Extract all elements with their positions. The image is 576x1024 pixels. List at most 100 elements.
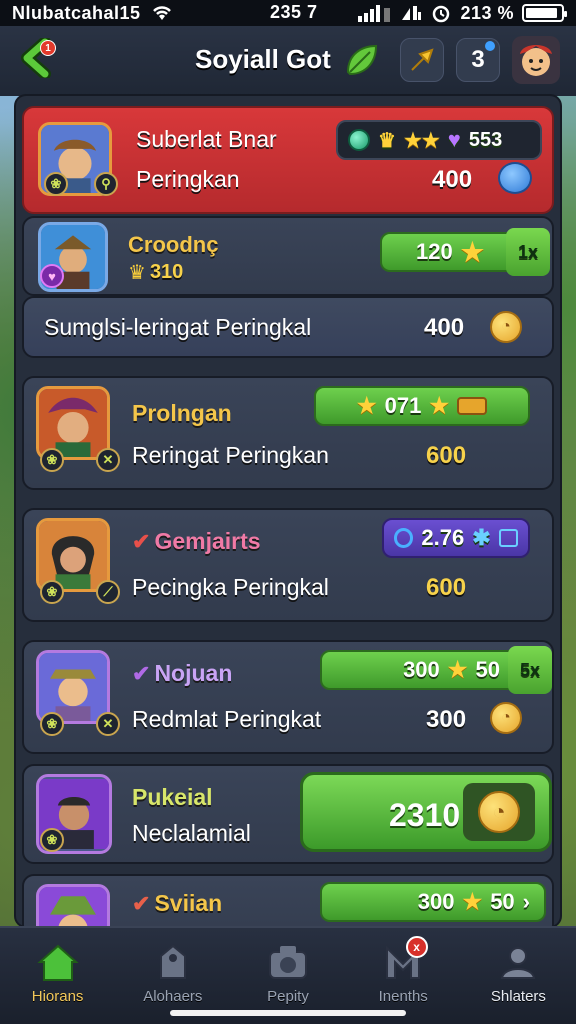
level-count: 3 xyxy=(471,46,485,73)
nav-label: Pepity xyxy=(267,988,309,1005)
player-points-value: 310 xyxy=(149,261,184,283)
signal-strength-icon xyxy=(358,5,391,22)
heart-badge-icon: ♥ xyxy=(40,264,64,288)
leaf-badge-icon: ❀ xyxy=(44,172,68,196)
nav-shelters[interactable]: Shlaters xyxy=(461,928,576,1024)
leaf-badge-icon: ❀ xyxy=(40,828,64,852)
app-header: 1 Soyiall Got 3 xyxy=(0,26,576,96)
player-name: Suberlat Bnar xyxy=(136,126,277,152)
nav-home[interactable]: Hiorans xyxy=(0,928,115,1024)
coin-icon: ◔ xyxy=(490,311,522,343)
reward-pill[interactable]: ★ 071 ★ xyxy=(314,386,530,426)
notification-badge: x xyxy=(405,936,428,958)
player-score: 600 xyxy=(426,574,467,601)
star-icon: ★ xyxy=(429,393,450,418)
alarm-icon xyxy=(433,5,450,23)
status-bar: Nlubatcahal15 235 7 213 % xyxy=(0,0,576,26)
check-icon: ✔ xyxy=(132,890,151,916)
leaderboard-row-6[interactable]: ❀ ✕ ✔ Nojuan Redmlat Peringkat 300 ★ 50 … xyxy=(22,640,554,754)
cellular-icon xyxy=(402,6,422,20)
leaderboard-row-5[interactable]: ❀ ⟋ ✔ Gemjairts Pecingka Peringkal 2.76 … xyxy=(22,508,554,622)
boost-button[interactable] xyxy=(400,38,444,82)
orb-icon xyxy=(394,528,414,548)
coin-stack-icon xyxy=(498,162,532,194)
star-icon: ★ xyxy=(447,657,468,682)
check-icon: ✔ xyxy=(132,660,151,686)
arrows-icon xyxy=(411,48,434,71)
nav-label: Hiorans xyxy=(31,988,84,1005)
tools-badge-icon: ✕ xyxy=(96,712,120,736)
reward-value: 300 xyxy=(417,889,455,914)
claim-button[interactable]: 2310 ◔ xyxy=(300,772,552,852)
page-title: Soyiall Got xyxy=(195,44,331,74)
leaderboard-panel: ❀ ⚲ Suberlat Bnar Peringkan ♛ ★★ ♥ 553 4… xyxy=(16,96,560,926)
reward-value: 2.76 xyxy=(421,525,465,550)
player-name: Pukeial xyxy=(132,784,213,810)
player-score: 400 xyxy=(424,314,465,341)
home-indicator[interactable] xyxy=(170,1010,406,1016)
leaderboard-row-8[interactable]: ✔ Sviian 300 ★ 50 › xyxy=(22,874,554,926)
coin-box: ◔ xyxy=(463,783,535,841)
star-icon: ★ xyxy=(462,889,483,914)
wand-badge-icon: ⟋ xyxy=(96,580,120,604)
crown-icon: ♛ xyxy=(128,262,146,284)
reward-pill[interactable]: 120 ★ 1x xyxy=(380,228,550,276)
search-badge-icon: ⚲ xyxy=(94,172,118,196)
coin-icon: ◔ xyxy=(478,791,520,833)
cross-badge-icon: ✕ xyxy=(96,448,120,472)
star-icon: ★★ xyxy=(403,129,440,152)
player-score: 600 xyxy=(426,442,467,469)
player-name: Sviian xyxy=(154,890,223,916)
leaderboard-row-1[interactable]: ❀ ⚲ Suberlat Bnar Peringkan ♛ ★★ ♥ 553 4… xyxy=(22,106,554,214)
wifi-icon xyxy=(152,6,171,20)
leaderboard-row-2[interactable]: ♥ Croodnç ♛ 310 120 ★ 1x xyxy=(22,216,554,296)
player-score: 400 xyxy=(432,166,473,193)
reward-pill[interactable]: 2.76 ✱ xyxy=(382,518,530,558)
multiplier-tab[interactable]: 1x xyxy=(506,228,550,276)
nav-label: Shlaters xyxy=(490,988,546,1005)
battery-icon xyxy=(522,4,567,22)
player-rank-label: Neclalamial xyxy=(132,820,251,846)
leaf-icon xyxy=(346,44,378,76)
carrier-label: Nlubatcahal15 xyxy=(12,2,141,23)
player-rank-label: Peringkan xyxy=(136,166,240,192)
player-name: Prolngan xyxy=(132,400,232,426)
leaf-badge-icon: ❀ xyxy=(40,712,64,736)
player-name: Gemjairts xyxy=(154,528,261,554)
level-badge[interactable]: 3 xyxy=(456,38,500,82)
player-name-wrap: ✔ Nojuan xyxy=(132,660,232,687)
player-score: 300 xyxy=(426,706,467,733)
chevron-right-icon: › xyxy=(522,889,530,914)
player-rank-label: Pecingka Peringkal xyxy=(132,574,329,600)
chest-icon xyxy=(498,529,518,547)
home-icon xyxy=(36,944,79,981)
profile-face-icon xyxy=(520,45,552,76)
player-name: Nojuan xyxy=(154,660,233,686)
player-avatar xyxy=(36,884,110,926)
reward-pill[interactable]: 300 ★ 50 › xyxy=(320,882,546,922)
back-notification-badge: 1 xyxy=(40,40,56,56)
leaderboard-row-7[interactable]: ❀ Pukeial Neclalamial 2310 ◔ xyxy=(22,764,554,864)
player-name-wrap: ✔ Gemjairts xyxy=(132,528,261,555)
back-button[interactable]: 1 xyxy=(14,36,58,80)
stat-value: 553 xyxy=(468,128,503,151)
leaderboard-row-4[interactable]: ❀ ✕ Prolngan Reringat Peringkan ★ 071 ★ … xyxy=(22,376,554,490)
star-icon: ★ xyxy=(460,236,485,267)
player-name-wrap: ✔ Sviian xyxy=(132,890,222,917)
player-points: ♛ 310 xyxy=(128,260,183,285)
battery-percent: 213 % xyxy=(460,2,514,23)
status-time: 235 7 xyxy=(270,2,318,22)
heart-gem-icon: ♥ xyxy=(447,127,461,152)
profile-avatar[interactable] xyxy=(512,36,560,84)
profile-icon xyxy=(501,947,536,979)
multiplier-tab[interactable]: 5x xyxy=(508,646,552,694)
claim-value: 2310 xyxy=(389,797,461,833)
leaderboard-row-3[interactable]: Sumglsi-leringat Peringkal 400 ◔ xyxy=(22,296,554,358)
nav-label: Inenths xyxy=(378,988,428,1005)
level-gem-icon xyxy=(485,41,495,51)
reward-pill[interactable]: 300 ★ 50 5x xyxy=(320,646,552,694)
player-name: Croodnç xyxy=(128,232,219,257)
star-icon: ★ xyxy=(356,393,377,418)
reward-value-b: 50 xyxy=(475,657,500,682)
coin-icon: ◔ xyxy=(490,702,522,734)
